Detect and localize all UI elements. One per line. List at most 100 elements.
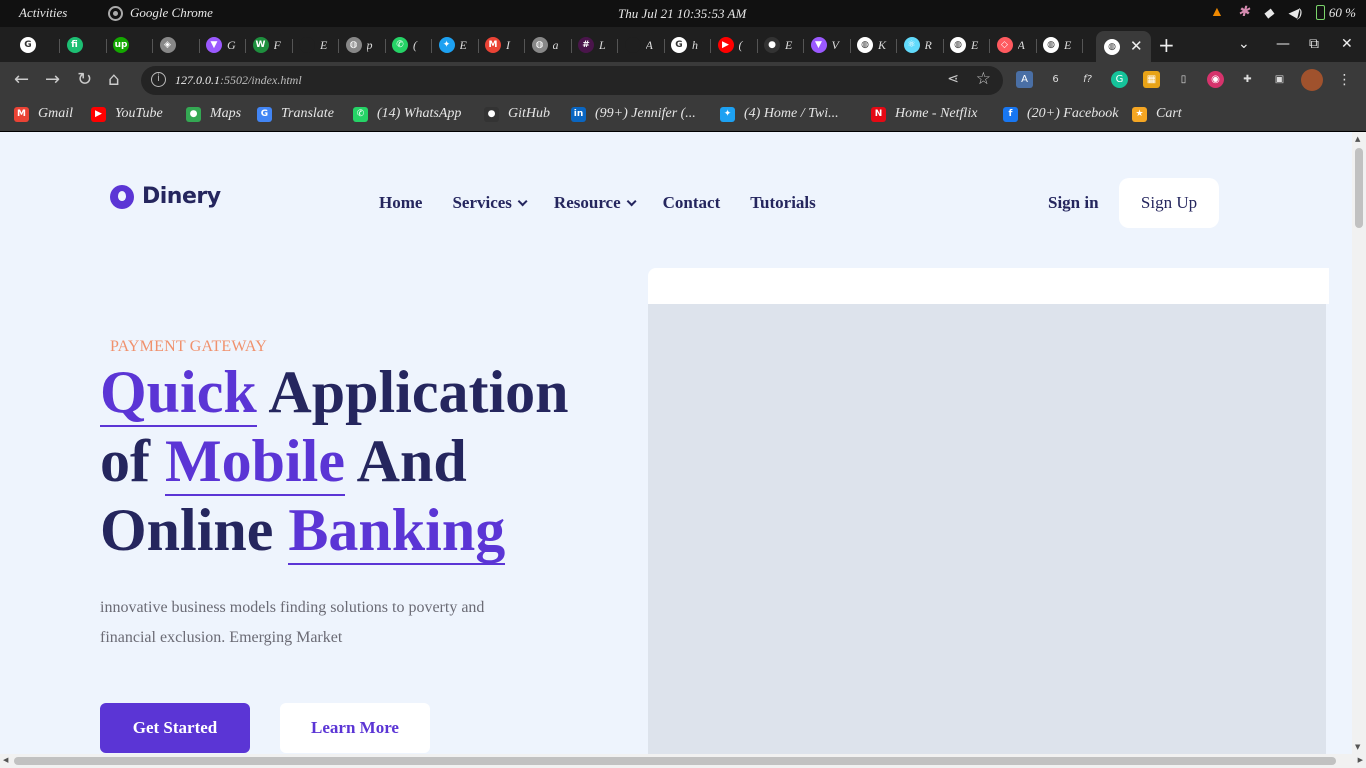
tab-title: A: [645, 37, 653, 52]
extension-icon[interactable]: 6: [1047, 71, 1064, 88]
new-tab-button[interactable]: +: [1158, 33, 1175, 57]
horizontal-scroll-thumb[interactable]: [14, 757, 1336, 765]
activities-button[interactable]: Activities: [19, 5, 67, 21]
nav-label: Resource: [553, 193, 621, 212]
vlc-icon[interactable]: ▲: [1210, 5, 1224, 21]
scroll-right-icon[interactable]: ▶: [1358, 756, 1363, 764]
tab-17[interactable]: ▼ V: [810, 33, 842, 57]
hero-image-placeholder: [648, 304, 1326, 754]
tab-title: E: [971, 37, 979, 52]
bookmark-translate[interactable]: G Translate: [257, 106, 334, 122]
bookmark-youtube[interactable]: ▶ YouTube: [91, 106, 163, 122]
tab-19[interactable]: ⚛ R: [903, 33, 935, 57]
slack-icon[interactable]: ✱: [1238, 4, 1250, 21]
tab-6[interactable]: E: [299, 33, 330, 57]
tab-11[interactable]: ◍ a: [531, 33, 563, 57]
vertical-scroll-thumb[interactable]: [1355, 148, 1363, 228]
app-menu[interactable]: Google Chrome: [108, 5, 213, 21]
nav-resource[interactable]: Resource: [553, 193, 637, 213]
globe-icon: ◍: [1104, 38, 1120, 55]
site-info-icon[interactable]: i: [151, 72, 166, 87]
nav-services[interactable]: Services: [452, 193, 528, 213]
tab-10[interactable]: MI: [485, 33, 516, 57]
tab-3[interactable]: ◈: [159, 33, 191, 57]
vertical-scrollbar[interactable]: ▲ ▼: [1352, 132, 1366, 754]
tab-8[interactable]: ✆(: [392, 33, 423, 57]
bookmark-99-jennifer[interactable]: in (99+) Jennifer (...: [571, 106, 696, 122]
tab-7[interactable]: ◍ p: [345, 33, 377, 57]
translate-icon: G: [257, 106, 272, 122]
app-icon: ◈: [159, 37, 176, 53]
nav-label: Services: [452, 193, 512, 212]
mobile-simulator-icon[interactable]: ▯: [1175, 71, 1192, 88]
reload-icon[interactable]: ↻: [77, 69, 92, 90]
webflow-icon: W: [252, 37, 269, 53]
grammarly-icon[interactable]: G: [1111, 71, 1128, 88]
address-bar[interactable]: i 127.0.0.1:5502/index.html ⋖ ☆: [141, 66, 1003, 95]
minimize-icon[interactable]: —: [1276, 36, 1290, 52]
clock[interactable]: Thu Jul 21 10:35:53 AM: [618, 6, 746, 22]
nav-tutorials[interactable]: Tutorials: [750, 193, 816, 213]
tab-2[interactable]: up: [113, 33, 144, 57]
tab-14[interactable]: Gh: [671, 33, 702, 57]
back-icon[interactable]: ←: [14, 69, 29, 90]
menu-kebab-icon[interactable]: ⋮: [1336, 71, 1353, 88]
get-started-button[interactable]: Get Started: [100, 703, 250, 753]
tab-15[interactable]: ▶(: [717, 33, 749, 57]
translate-extension-icon[interactable]: A: [1016, 71, 1033, 88]
sign-in-link[interactable]: Sign in: [1048, 193, 1099, 213]
tab-search-icon[interactable]: ⌄: [1238, 36, 1250, 52]
bookmark-cart[interactable]: ★ Cart: [1132, 106, 1182, 122]
profile-avatar[interactable]: [1301, 69, 1323, 91]
forward-icon[interactable]: →: [45, 69, 60, 90]
tab-1[interactable]: fi: [66, 33, 98, 57]
tab-4[interactable]: ▼ G: [206, 33, 237, 57]
close-tab-icon[interactable]: ✕: [1130, 37, 1143, 56]
tab-9[interactable]: ✦ E: [438, 33, 470, 57]
close-window-icon[interactable]: ✕: [1341, 36, 1353, 52]
tab-16[interactable]: ● E: [764, 33, 795, 57]
nav-contact[interactable]: Contact: [663, 193, 721, 213]
extensions-puzzle-icon[interactable]: ✚: [1239, 71, 1256, 88]
maximize-icon[interactable]: ⧉: [1309, 36, 1319, 52]
headline-highlight: Banking: [288, 497, 506, 565]
tab-12[interactable]: # L: [578, 33, 609, 57]
learn-more-button[interactable]: Learn More: [280, 703, 430, 753]
color-picker-icon[interactable]: ◉: [1207, 71, 1224, 88]
blank-icon: [624, 37, 641, 53]
scroll-up-icon[interactable]: ▲: [1355, 135, 1360, 143]
home-icon[interactable]: ⌂: [108, 69, 119, 90]
tab-0[interactable]: G: [20, 33, 51, 57]
bookmark-home-netflix[interactable]: N Home - Netflix: [871, 106, 977, 122]
colorzilla-icon[interactable]: ▦: [1143, 71, 1160, 88]
horizontal-scrollbar[interactable]: ◀ ▶: [0, 754, 1366, 768]
share-icon[interactable]: ⋖: [947, 71, 959, 87]
whatfont-extension-icon[interactable]: f?: [1079, 71, 1096, 88]
system-tray[interactable]: ▲ ✱ ◆ ◀) 60 %: [1210, 4, 1356, 21]
site-logo[interactable]: Dinery: [110, 184, 221, 209]
bookmark-star-icon[interactable]: ☆: [976, 69, 991, 89]
tab-5[interactable]: WF: [252, 33, 284, 57]
tab-18[interactable]: ◍ K: [857, 33, 888, 57]
sign-up-button[interactable]: Sign Up: [1119, 178, 1219, 228]
bookmark-github[interactable]: ● GitHub: [484, 106, 550, 122]
url-text[interactable]: 127.0.0.1:5502/index.html: [175, 73, 302, 88]
bookmark-gmail[interactable]: M Gmail: [14, 106, 73, 122]
side-panel-icon[interactable]: ▣: [1271, 71, 1288, 88]
scroll-down-icon[interactable]: ▼: [1355, 743, 1360, 751]
bookmark-maps[interactable]: ● Maps: [186, 106, 241, 122]
tab-separator: [617, 39, 618, 53]
tab-21[interactable]: ◇ A: [996, 33, 1028, 57]
scroll-left-icon[interactable]: ◀: [3, 756, 8, 764]
tab-separator: [710, 39, 711, 53]
facebook-icon: f: [1003, 106, 1018, 122]
bookmark-20-facebook[interactable]: f (20+) Facebook: [1003, 106, 1118, 122]
bookmark-label: Home - Netflix: [895, 106, 978, 121]
tab-13[interactable]: A: [624, 33, 656, 57]
tab-active[interactable]: ◍ ✕: [1096, 31, 1151, 62]
bookmark-14-whatsapp[interactable]: ✆ (14) WhatsApp: [353, 106, 461, 122]
nav-home[interactable]: Home: [379, 193, 422, 213]
tab-20[interactable]: ◍ E: [950, 33, 981, 57]
tab-22[interactable]: ◍ E: [1043, 33, 1074, 57]
bookmark-4-home-twi[interactable]: ✦ (4) Home / Twi...: [720, 106, 839, 122]
